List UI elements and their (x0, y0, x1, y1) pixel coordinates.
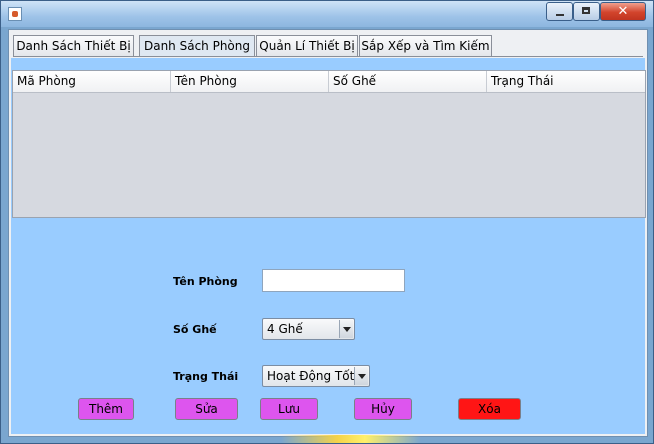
minimize-icon[interactable] (546, 2, 573, 21)
save-button[interactable]: Lưu (260, 398, 318, 420)
chevron-down-icon[interactable] (354, 367, 368, 385)
room-table[interactable]: Mã Phòng Tên Phòng Số Ghế Trạng Thái (12, 70, 646, 218)
column-header-so-ghe[interactable]: Số Ghế (329, 71, 487, 92)
cancel-button[interactable]: Hủy (354, 398, 412, 420)
chevron-down-icon[interactable] (339, 320, 353, 338)
client-area: Danh Sách Thiết Bị Danh Sách Phòng Quản … (8, 29, 648, 437)
status-combobox[interactable]: Hoạt Động Tốt (262, 365, 370, 387)
java-app-icon[interactable] (8, 7, 22, 21)
maximize-icon[interactable] (573, 2, 600, 21)
tab-danh-sach-phong[interactable]: Danh Sách Phòng (139, 35, 255, 56)
tab-quan-li-thiet-bi[interactable]: Quản Lí Thiết Bị (256, 35, 358, 56)
app-window: ✕ Danh Sách Thiết Bị Danh Sách Phòng Quả… (0, 0, 654, 444)
room-name-input[interactable] (262, 269, 405, 292)
seats-label: Số Ghế (173, 323, 217, 336)
title-bar[interactable]: ✕ (1, 1, 653, 27)
add-button[interactable]: Thêm (78, 398, 134, 420)
tab-danh-sach-thiet-bi[interactable]: Danh Sách Thiết Bị (13, 35, 134, 56)
column-header-ma-phong[interactable]: Mã Phòng (13, 71, 171, 92)
table-header: Mã Phòng Tên Phòng Số Ghế Trạng Thái (13, 71, 645, 93)
taskbar-glow (281, 435, 421, 443)
close-icon[interactable]: ✕ (600, 2, 646, 21)
seats-selected-value: 4 Ghế (267, 322, 303, 336)
tab-divider (13, 56, 643, 57)
seats-combobox[interactable]: 4 Ghế (262, 318, 355, 340)
column-header-trang-thai[interactable]: Trạng Thái (487, 71, 645, 92)
edit-button[interactable]: Sửa (175, 398, 238, 420)
status-selected-value: Hoạt Động Tốt (267, 369, 355, 383)
tab-sap-xep-tim-kiem[interactable]: Sắp Xếp và Tìm Kiếm (359, 35, 492, 56)
status-label: Trạng Thái (173, 370, 239, 383)
room-name-label: Tên Phòng (173, 275, 238, 288)
delete-button[interactable]: Xóa (458, 398, 521, 420)
room-panel: Mã Phòng Tên Phòng Số Ghế Trạng Thái Tên… (11, 58, 646, 434)
column-header-ten-phong[interactable]: Tên Phòng (171, 71, 329, 92)
